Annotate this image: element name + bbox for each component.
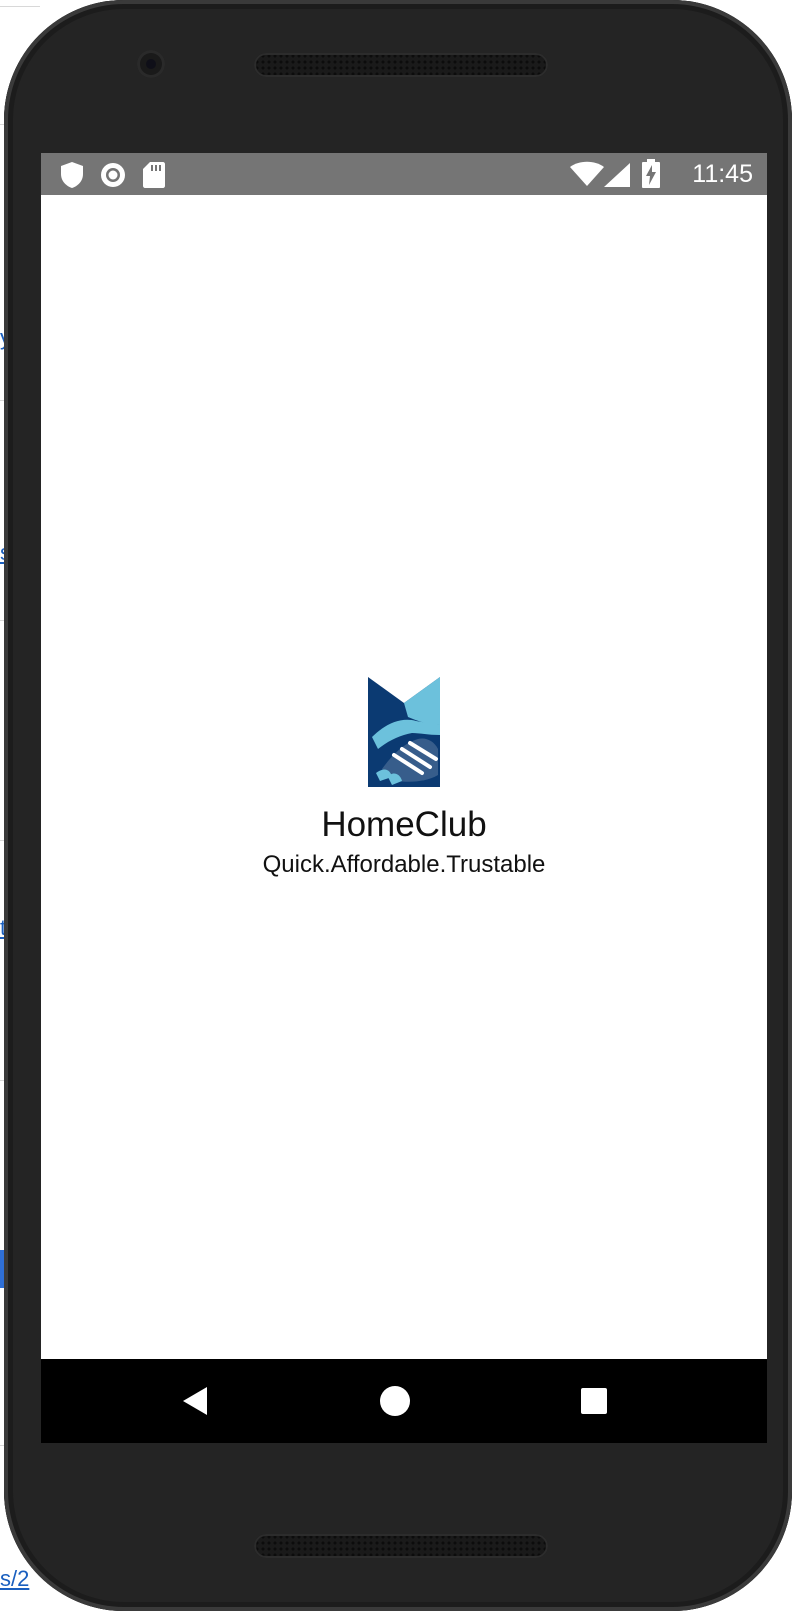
battery-charging-icon — [642, 159, 660, 188]
background-link[interactable]: s/2 — [0, 1566, 29, 1592]
phone-frame: 11:45 HomeClub Quick.Affordable.Trustabl… — [4, 0, 792, 1611]
home-icon[interactable] — [375, 1381, 415, 1421]
app-tagline: Quick.Affordable.Trustable — [262, 851, 546, 878]
wifi-icon — [570, 161, 604, 186]
top-speaker-grille — [254, 53, 548, 77]
recents-icon[interactable] — [574, 1381, 614, 1421]
sd-card-icon — [143, 162, 165, 188]
cell-signal-icon — [604, 163, 630, 187]
front-camera — [137, 50, 165, 78]
splash-content: HomeClub Quick.Affordable.Trustable — [41, 195, 767, 1359]
shield-icon — [61, 162, 83, 188]
background-divider — [0, 6, 40, 7]
back-icon[interactable] — [175, 1381, 215, 1421]
handshake-logo-icon — [368, 677, 440, 787]
circle-record-icon — [101, 163, 125, 187]
navigation-bar — [41, 1359, 767, 1443]
device-screen: 11:45 HomeClub Quick.Affordable.Trustabl… — [41, 153, 767, 1443]
app-title: HomeClub — [321, 805, 487, 844]
status-time: 11:45 — [692, 160, 753, 188]
status-bar: 11:45 — [41, 153, 767, 195]
bottom-speaker-grille — [254, 1534, 548, 1558]
